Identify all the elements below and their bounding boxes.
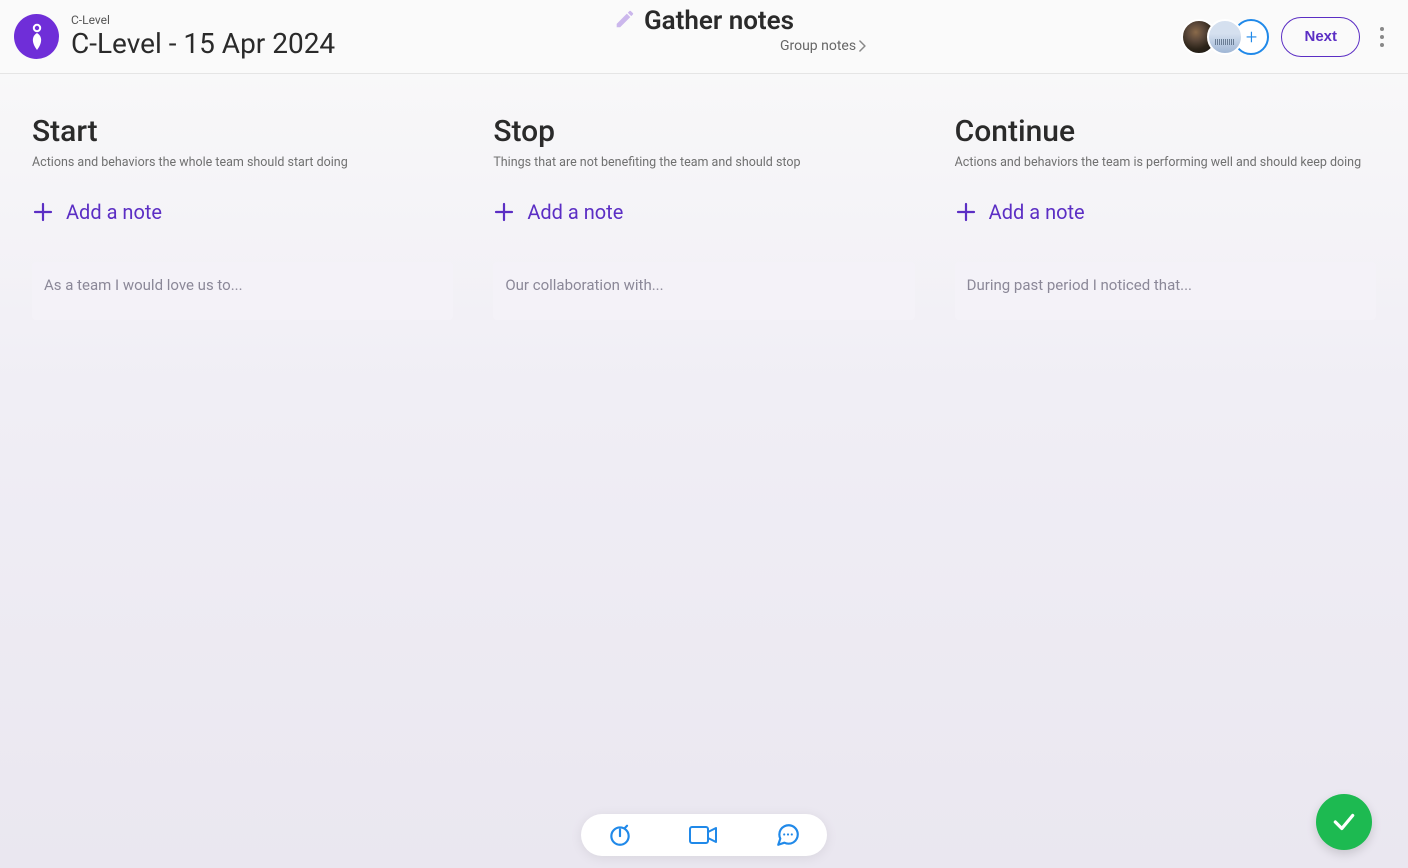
chevron-right-icon (858, 40, 868, 52)
timer-icon[interactable] (607, 822, 633, 848)
app-header: C-Level C-Level - 15 Apr 2024 Gather not… (0, 0, 1408, 74)
board: Start Actions and behaviors the whole te… (0, 74, 1408, 320)
avatar-stack: + (1181, 19, 1269, 55)
confirm-fab[interactable] (1316, 794, 1372, 850)
next-stage-link[interactable]: Group notes (780, 38, 868, 54)
add-note-label: Add a note (989, 200, 1085, 224)
stage-title: Gather notes (644, 6, 794, 36)
column-description: Actions and behaviors the whole team sho… (32, 155, 453, 170)
add-note-button[interactable]: Add a note (493, 200, 914, 224)
column-title: Stop (493, 114, 914, 149)
note-placeholder-card[interactable]: During past period I noticed that... (955, 262, 1376, 320)
plus-icon (32, 201, 54, 223)
header-center: Gather notes Group notes (540, 6, 868, 54)
chat-icon[interactable] (775, 822, 801, 848)
app-logo[interactable] (14, 14, 59, 59)
header-left: C-Level C-Level - 15 Apr 2024 (14, 13, 335, 60)
column-title: Continue (955, 114, 1376, 149)
pencil-icon (614, 8, 636, 34)
add-note-label: Add a note (527, 200, 623, 224)
column-description: Things that are not benefiting the team … (493, 155, 914, 170)
video-icon[interactable] (689, 824, 719, 846)
flame-icon (27, 22, 47, 52)
avatar-user-2[interactable] (1207, 19, 1243, 55)
note-placeholder-card[interactable]: Our collaboration with... (493, 262, 914, 320)
add-note-button[interactable]: Add a note (32, 200, 453, 224)
add-note-button[interactable]: Add a note (955, 200, 1376, 224)
next-button[interactable]: Next (1281, 17, 1360, 57)
plus-icon (493, 201, 515, 223)
header-right: + Next (1181, 17, 1392, 57)
plus-icon (955, 201, 977, 223)
note-placeholder-text: Our collaboration with... (505, 276, 663, 294)
column-stop: Stop Things that are not benefiting the … (493, 114, 914, 320)
add-note-label: Add a note (66, 200, 162, 224)
more-menu-icon[interactable] (1372, 22, 1392, 52)
column-description: Actions and behaviors the team is perfor… (955, 155, 1376, 170)
check-icon (1331, 809, 1357, 835)
stage-row: Gather notes (614, 6, 794, 36)
page-title: C-Level - 15 Apr 2024 (71, 27, 335, 60)
column-continue: Continue Actions and behaviors the team … (955, 114, 1376, 320)
note-placeholder-card[interactable]: As a team I would love us to... (32, 262, 453, 320)
note-placeholder-text: As a team I would love us to... (44, 276, 243, 294)
bottom-tray (581, 814, 827, 856)
column-start: Start Actions and behaviors the whole te… (32, 114, 453, 320)
column-title: Start (32, 114, 453, 149)
title-block: C-Level C-Level - 15 Apr 2024 (71, 13, 335, 60)
breadcrumb[interactable]: C-Level (71, 13, 335, 27)
next-stage-label: Group notes (780, 38, 856, 54)
note-placeholder-text: During past period I noticed that... (967, 276, 1192, 294)
